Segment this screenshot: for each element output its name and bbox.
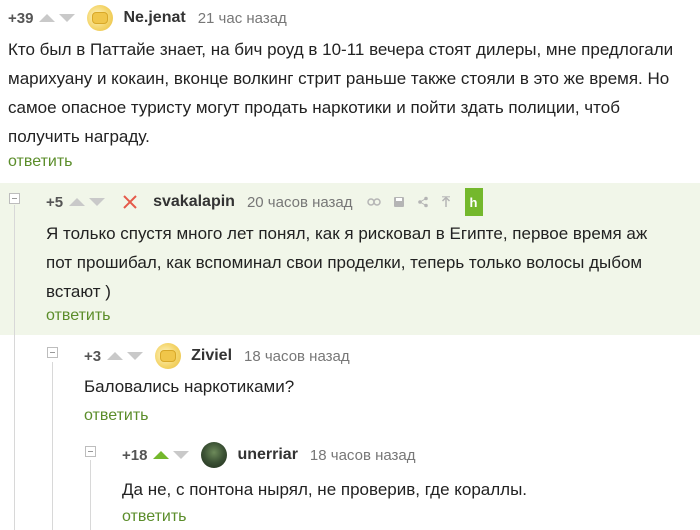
comment-time[interactable]: 18 часов назад xyxy=(310,447,416,464)
comment-text-line: встают ) xyxy=(46,282,111,301)
avatar[interactable] xyxy=(87,5,114,31)
comment-time[interactable]: 20 часов назад xyxy=(247,194,353,211)
comment-author[interactable]: Ziviel xyxy=(191,347,232,365)
comment-time[interactable]: 21 час назад xyxy=(198,10,287,27)
collapse-toggle[interactable] xyxy=(85,446,96,457)
comment-text: Кто был в Паттайе знает, на бич роуд в 1… xyxy=(8,35,673,151)
comment-text-line: Я только спустя много лет понял, как я р… xyxy=(46,224,648,243)
comment-score: +5 xyxy=(46,193,64,211)
comment-score: +39 xyxy=(8,9,34,27)
comment-header: +18 unerriar 18 часов назад xyxy=(122,441,416,469)
comment-header: +5 svakalapin 20 часов назад h xyxy=(46,188,483,216)
thread-line xyxy=(90,460,91,530)
save-icon[interactable] xyxy=(393,196,405,208)
comment-score: +18 xyxy=(122,446,148,464)
collapse-toggle[interactable] xyxy=(9,193,20,204)
comment-text-line: самое опасное туристу могут продать нарк… xyxy=(8,98,620,117)
comment-text-line: Баловались наркотиками? xyxy=(84,377,295,396)
comment-text: Да не, с понтона нырял, не проверив, где… xyxy=(122,475,527,504)
comment-header: +3 Ziviel 18 часов назад xyxy=(84,342,350,370)
vote-controls xyxy=(153,451,190,459)
reply-link[interactable]: ответить xyxy=(122,508,187,526)
downvote-icon[interactable] xyxy=(59,14,76,22)
go-to-parent-icon[interactable] xyxy=(441,196,451,208)
comment-text-line: Кто был в Паттайе знает, на бич роуд в 1… xyxy=(8,40,674,59)
cross-icon xyxy=(123,195,137,209)
vote-controls xyxy=(69,198,106,206)
downvote-icon[interactable] xyxy=(173,451,190,459)
comment-text: Я только спустя много лет понял, как я р… xyxy=(46,219,647,306)
avatar[interactable] xyxy=(155,343,182,369)
comment-text-line: Да не, с понтона нырял, не проверив, где… xyxy=(122,480,528,499)
upvote-icon[interactable] xyxy=(153,451,170,459)
comment-author[interactable]: svakalapin xyxy=(153,193,235,211)
reply-link[interactable]: ответить xyxy=(46,307,111,325)
reply-link[interactable]: ответить xyxy=(84,407,149,425)
upvote-icon[interactable] xyxy=(107,352,124,360)
comment-author[interactable]: unerriar xyxy=(237,446,297,464)
link-icon[interactable] xyxy=(366,197,381,207)
avatar[interactable] xyxy=(117,189,143,215)
downvote-icon[interactable] xyxy=(127,352,144,360)
downvote-icon[interactable] xyxy=(89,198,106,206)
author-badge: h xyxy=(464,188,483,216)
comment-header: +39 Ne.jenat 21 час назад xyxy=(8,5,287,31)
reply-link[interactable]: ответить xyxy=(8,153,73,171)
comment-time[interactable]: 18 часов назад xyxy=(244,348,350,365)
comment-text: Баловались наркотиками? xyxy=(84,372,294,401)
thread-line xyxy=(14,205,15,530)
comment-text-line: марихуану и кокаин, вконце волкинг стрит… xyxy=(8,69,670,88)
thread-line xyxy=(52,362,53,530)
upvote-icon[interactable] xyxy=(69,198,86,206)
comment-score: +3 xyxy=(84,347,102,365)
vote-controls xyxy=(39,14,76,22)
comment-text-line: получить награду. xyxy=(8,127,150,146)
comment-tools: h xyxy=(366,188,483,216)
upvote-icon[interactable] xyxy=(39,14,56,22)
avatar[interactable] xyxy=(201,442,228,468)
comment-text-line: пот прошибал, как вспоминал свои проделк… xyxy=(46,253,643,272)
collapse-toggle[interactable] xyxy=(47,347,58,358)
vote-controls xyxy=(107,352,144,360)
share-icon[interactable] xyxy=(417,196,429,208)
comment-author[interactable]: Ne.jenat xyxy=(123,9,185,27)
